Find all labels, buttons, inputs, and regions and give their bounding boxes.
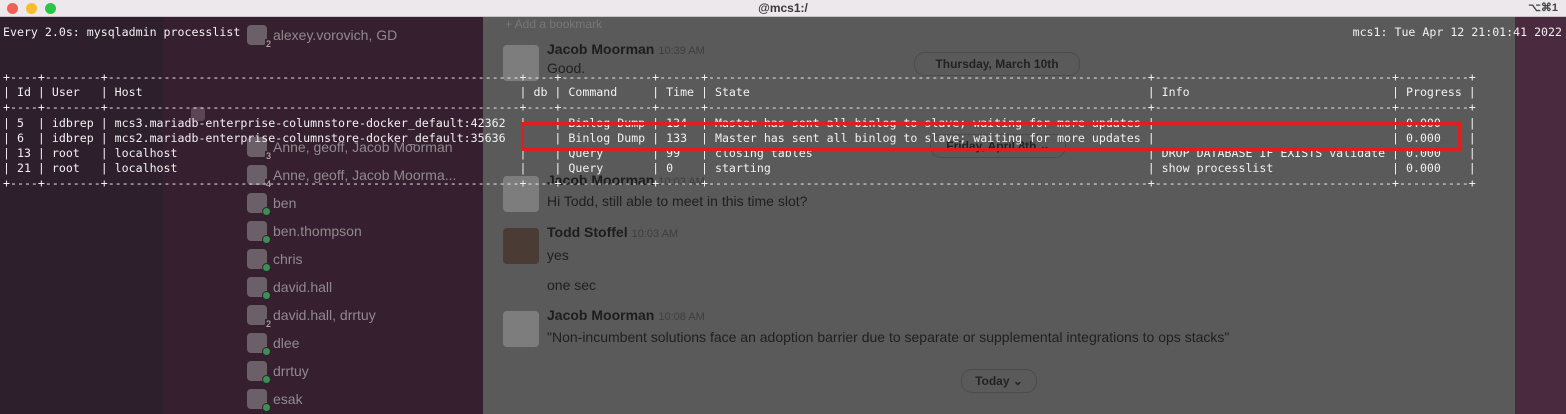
table-row: +----+--------+-------------------------… bbox=[3, 176, 1476, 191]
table-row: | 13 | root | localhost | | Query | 99 |… bbox=[3, 146, 1476, 161]
window-titlebar: @mcs1:/ ⌥⌘1 bbox=[0, 0, 1566, 17]
host-clock: mcs1: Tue Apr 12 21:01:41 2022 bbox=[1352, 25, 1562, 39]
table-row: +----+--------+-------------------------… bbox=[3, 100, 1476, 115]
terminal-output[interactable]: Every 2.0s: mysqladmin processlist mcs1:… bbox=[0, 17, 1566, 414]
table-row: +----+--------+-------------------------… bbox=[3, 70, 1476, 84]
table-row: | 6 | idbrep | mcs2.mariadb-enterprise-c… bbox=[3, 130, 1476, 145]
table-row: | 5 | idbrep | mcs3.mariadb-enterprise-c… bbox=[3, 115, 1476, 130]
table-row: | Id | User | Host | db | Command | Time… bbox=[3, 85, 1476, 100]
table-row: | 21 | root | localhost | | Query | 0 | … bbox=[3, 161, 1476, 176]
window-shortcut: ⌥⌘1 bbox=[1528, 2, 1558, 14]
watch-header: Every 2.0s: mysqladmin processlist bbox=[3, 25, 241, 39]
processlist-table: +----+--------+-------------------------… bbox=[3, 70, 1476, 192]
window-title: @mcs1:/ bbox=[758, 1, 808, 15]
